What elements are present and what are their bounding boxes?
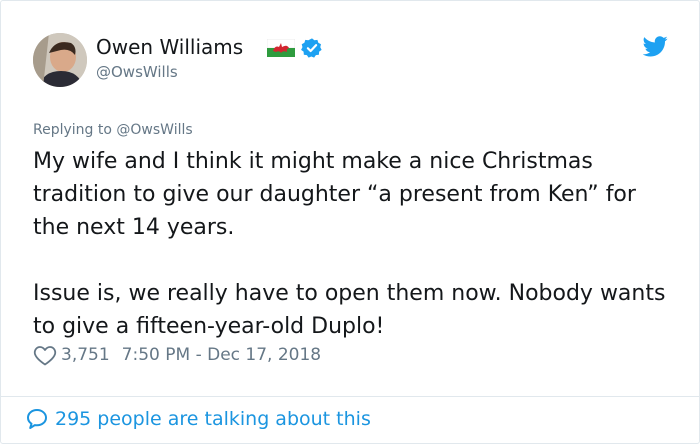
wales-flag-icon	[267, 39, 295, 57]
tweet-meta: 3,751 7:50 PM - Dec 17, 2018	[33, 344, 321, 366]
tweet-paragraph-1: My wife and I think it might make a nice…	[33, 149, 636, 240]
footer-divider	[1, 396, 699, 397]
avatar[interactable]	[33, 33, 87, 87]
replying-to: Replying to @OwsWills	[33, 122, 193, 138]
verified-badge-icon	[301, 38, 322, 58]
replying-to-handle-link[interactable]: @OwsWills	[116, 122, 192, 138]
like-count[interactable]: 3,751	[61, 345, 110, 365]
twitter-bird-icon[interactable]	[643, 36, 668, 57]
replying-to-label: Replying to	[33, 122, 117, 138]
conversation-link[interactable]: 295 people are talking about this	[25, 407, 371, 431]
conversation-link-label[interactable]: 295 people are talking about this	[55, 408, 371, 430]
tweet-text: My wife and I think it might make a nice…	[33, 145, 673, 343]
author-handle[interactable]: @OwsWills	[96, 63, 178, 81]
author-name[interactable]: Owen Williams	[96, 35, 243, 59]
speech-bubble-icon	[27, 409, 47, 429]
heart-icon[interactable]	[33, 344, 57, 366]
avatar-photo	[33, 33, 87, 87]
tweet-paragraph-2: Issue is, we really have to open them no…	[33, 281, 666, 339]
tweet-card: Owen Williams @OwsWills Replying to @Ows…	[0, 0, 700, 444]
tweet-timestamp[interactable]: 7:50 PM - Dec 17, 2018	[122, 345, 321, 365]
